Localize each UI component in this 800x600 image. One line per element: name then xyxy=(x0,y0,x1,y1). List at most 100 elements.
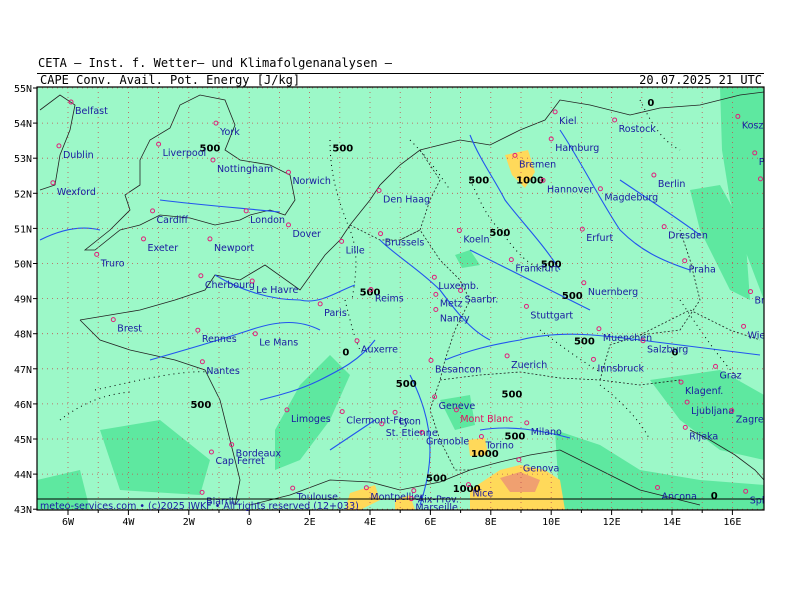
city-label: Den Haag xyxy=(383,194,430,205)
copyright-footer: meteo-services.com • (c)2025 IWKF • All … xyxy=(40,501,359,512)
city-label: Pila xyxy=(759,157,776,168)
city-label: Reims xyxy=(375,293,404,304)
contour-value-label: 500 xyxy=(574,337,595,348)
city-label: Zuerich xyxy=(511,360,547,371)
city-label: Klagenf. xyxy=(685,386,723,397)
city-label: Cherbourg xyxy=(205,280,255,291)
city-label: Cap Ferret xyxy=(215,456,265,467)
city-label: Rostock xyxy=(619,124,657,135)
city-label: Newport xyxy=(214,243,254,254)
city-label: Geneve xyxy=(439,401,476,412)
lon-tick-label: 4W xyxy=(122,517,135,528)
longitude-axis: 6W 4W 2W 0 2E 4E 6E 8E 10E 12E 14E 16E xyxy=(62,510,741,528)
city-label: Besancon xyxy=(435,364,481,375)
city-label: Salzburg xyxy=(647,345,688,356)
lat-tick-label: 43N xyxy=(14,505,32,516)
city-label: Wien xyxy=(748,330,772,341)
city-label: Torino xyxy=(484,441,514,452)
city-label: Auxerre xyxy=(361,345,398,356)
city-label: Mont Blanc xyxy=(460,414,513,425)
city-label: Le Havre xyxy=(256,285,298,296)
latitude-axis: 55N 54N 53N 52N 51N 50N 49N 48N 47N 46N 45N 44N 43N xyxy=(14,84,37,516)
city-label: Marseille xyxy=(415,503,458,514)
city-label: Magdeburg xyxy=(604,193,658,204)
lat-tick-label: 46N xyxy=(14,400,32,411)
city-label: Rijeka xyxy=(689,431,718,442)
city-label: Dublin xyxy=(63,150,94,161)
lat-tick-label: 44N xyxy=(14,470,32,481)
contour-value-label: 500 xyxy=(426,474,447,485)
contour-value-label: 500 xyxy=(502,389,523,400)
city-label: Koszalin xyxy=(742,120,781,131)
city-label: Ljubljana xyxy=(691,406,734,417)
contour-value-label: 0 xyxy=(342,347,349,358)
lon-tick-label: 12E xyxy=(603,517,621,528)
lon-tick-label: 2E xyxy=(304,517,316,528)
city-label: Norwich xyxy=(292,176,330,187)
city-label: York xyxy=(219,127,240,138)
city-label: Liverpool xyxy=(163,148,207,159)
city-label: Grenoble xyxy=(426,436,469,447)
city-label: Ancona xyxy=(662,491,697,502)
city-label: Poznan xyxy=(764,183,798,194)
contour-value-label: 500 xyxy=(562,291,583,302)
city-label: Paris xyxy=(324,308,347,319)
city-label: Brest xyxy=(117,324,142,335)
city-label: Wexford xyxy=(57,187,96,198)
lat-tick-label: 49N xyxy=(14,295,32,306)
contour-value-label: 0 xyxy=(711,491,718,502)
city-label: Koeln xyxy=(463,235,489,246)
city-label: Graz xyxy=(719,370,741,381)
city-label: Truro xyxy=(100,258,125,269)
city-label: Rennes xyxy=(202,334,237,345)
lon-tick-label: 6E xyxy=(424,517,436,528)
contour-value-label: 500 xyxy=(396,379,417,390)
lon-tick-label: 16E xyxy=(723,517,741,528)
city-label: Nancy xyxy=(440,313,470,324)
city-label: Exeter xyxy=(148,243,179,254)
city-label: Berlin xyxy=(658,179,686,190)
lat-tick-label: 52N xyxy=(14,189,32,200)
city-label: Innsbruck xyxy=(597,363,644,374)
lon-tick-label: 8E xyxy=(485,517,497,528)
contour-value-label: 1000 xyxy=(516,175,544,186)
city-label: Nantes xyxy=(206,366,240,377)
contour-value-label: 500 xyxy=(468,175,489,186)
city-label: Bremen xyxy=(519,159,556,170)
city-label: Kiel xyxy=(559,116,576,127)
city-label: Limoges xyxy=(291,414,331,425)
city-label: Hannover xyxy=(547,184,593,195)
city-label: Nuernberg xyxy=(588,287,638,298)
lat-tick-label: 50N xyxy=(14,260,32,271)
lat-tick-label: 54N xyxy=(14,119,32,130)
city-label: Lyon xyxy=(399,416,421,427)
city-label: Montpellier xyxy=(370,492,423,503)
city-label: Milano xyxy=(531,427,562,438)
city-label: Dover xyxy=(292,229,321,240)
contour-value-label: 500 xyxy=(489,228,510,239)
city-label: Metz xyxy=(440,298,463,309)
lat-tick-label: 53N xyxy=(14,154,32,165)
lon-tick-label: 0 xyxy=(246,517,252,528)
lat-tick-label: 51N xyxy=(14,224,32,235)
lon-tick-label: 2W xyxy=(183,517,196,528)
city-label: Hamburg xyxy=(555,143,599,154)
city-label: Frankfurt xyxy=(515,264,558,275)
lat-tick-label: 45N xyxy=(14,435,32,446)
city-label: Cardiff xyxy=(157,215,189,226)
city-label: Erfurt xyxy=(586,233,613,244)
city-label: Saarbr. xyxy=(465,295,499,306)
city-label: Le Mans xyxy=(259,338,298,349)
city-label: Lille xyxy=(346,245,365,256)
lon-tick-label: 4E xyxy=(364,517,376,528)
city-label: Praha xyxy=(689,265,716,276)
lat-tick-label: 55N xyxy=(14,84,32,95)
contour-value-label: 0 xyxy=(647,98,654,109)
lat-tick-label: 48N xyxy=(14,330,32,341)
lon-tick-label: 14E xyxy=(663,517,681,528)
city-label: Belfast xyxy=(75,106,108,117)
city-label: Nice xyxy=(472,489,493,500)
city-label: Genova xyxy=(523,464,559,475)
contour-value-label: 500 xyxy=(332,144,353,155)
city-label: Brno xyxy=(755,296,777,307)
